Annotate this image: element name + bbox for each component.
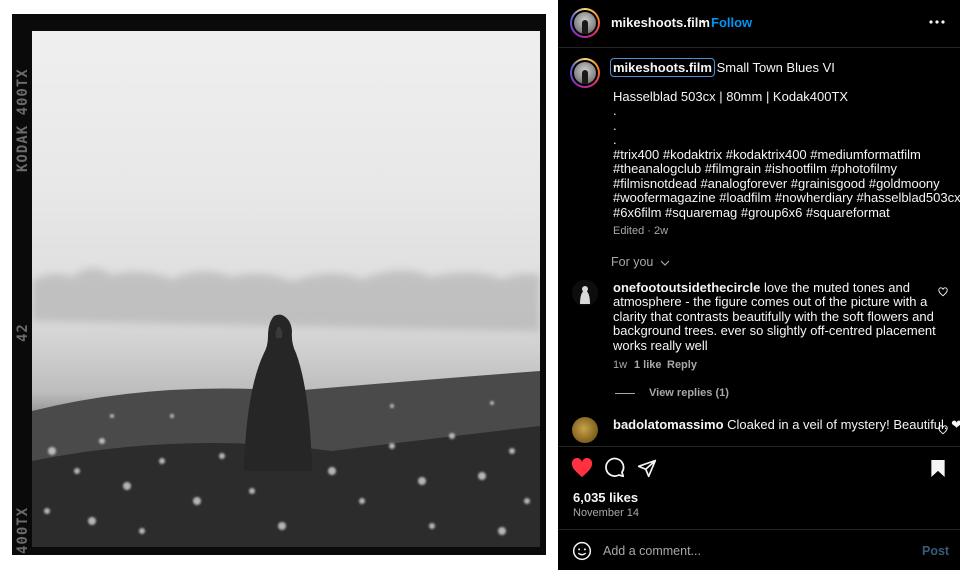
author-username[interactable]: mikeshoots.film [611,15,710,30]
chevron-down-icon [660,260,670,266]
send-icon[interactable] [637,458,657,478]
bookmark-icon[interactable] [930,459,946,478]
post-side-panel: mikeshoots.film • Follow mikeshoots.film… [559,0,960,570]
cloaked-figure [244,314,312,471]
film-edge-label-middle: 42 [15,323,31,342]
comment-line: badolatomassimo Cloaked in a veil of mys… [613,417,960,433]
caption-header: mikeshoots.film Small Town Blues VI [610,58,835,77]
comment-age: 1w [613,359,628,371]
likes-count[interactable]: 6,035 likes [573,490,638,505]
commenter-username[interactable]: badolatomassimo [613,417,724,432]
comment-text: background trees. ever so slightly off-c… [613,323,936,338]
commenter-avatar[interactable] [572,417,598,443]
commenter-username[interactable]: onefootoutsidethecircle [613,280,760,295]
header-separator: • [701,16,705,28]
caption-hashtags-line[interactable]: #woofermagazine #loadfilm #nowherdiary #… [613,190,960,206]
comment-sort-dropdown[interactable]: For you [611,255,670,269]
comment-icon[interactable] [604,457,625,478]
view-replies-button[interactable]: View replies (1) [615,387,729,399]
comment-text: works really well [613,338,708,353]
comment-like-heart-icon[interactable] [938,287,948,297]
post-date: November 14 [573,507,640,519]
caption-meta: Edited · 2w [613,225,669,237]
caption-title: Small Town Blues VI [716,60,835,75]
comment-text: atmosphere - the figure comes out of the… [613,294,928,309]
comment-text: Cloaked in a veil of mystery! Beautiful.… [727,417,960,432]
caption-hashtags-line[interactable]: #theanalogclub #filmgrain #ishootfilm #p… [613,161,897,177]
caption-author-username[interactable]: mikeshoots.film [610,58,715,77]
film-border: KODAK 400TX 42 400TX [12,14,546,555]
more-horizontal-icon[interactable] [929,20,945,24]
comment-like-count[interactable]: 1 like [634,359,662,371]
post-photo[interactable] [32,31,540,547]
commenter-avatar[interactable] [572,280,598,306]
emoji-icon[interactable] [572,541,592,561]
view-replies-label: View replies (1) [649,387,729,399]
post-media: KODAK 400TX 42 400TX [0,0,558,570]
follow-button[interactable]: Follow [711,15,752,30]
heart-filled-icon[interactable] [571,458,593,478]
caption-dot: . [613,103,617,118]
caption-author-avatar[interactable] [570,58,600,88]
comment-reply-button[interactable]: Reply [667,359,697,371]
composer-divider [559,529,960,530]
film-edge-label-top: KODAK 400TX [15,68,31,172]
film-edge-label-bottom: 400TX [15,506,31,554]
view-replies-line [615,392,635,394]
comment-sort-label: For you [611,255,654,269]
caption-dot: . [613,132,617,147]
post-comment-button[interactable]: Post [922,544,949,558]
author-avatar[interactable] [570,8,600,38]
caption-hashtags-line[interactable]: #6x6film #squaremag #group6x6 #squarefor… [613,205,890,221]
commenter-avatar-image [572,280,598,306]
comments-divider [559,446,960,447]
photo-scene [32,268,540,547]
header-divider [559,47,960,48]
caption-camera: Hasselblad 503cx | 80mm | Kodak400TX [613,89,849,104]
comment-text: love the muted tones and [763,280,910,295]
comment-like-heart-icon[interactable] [938,425,948,435]
comment-input[interactable] [603,542,903,560]
